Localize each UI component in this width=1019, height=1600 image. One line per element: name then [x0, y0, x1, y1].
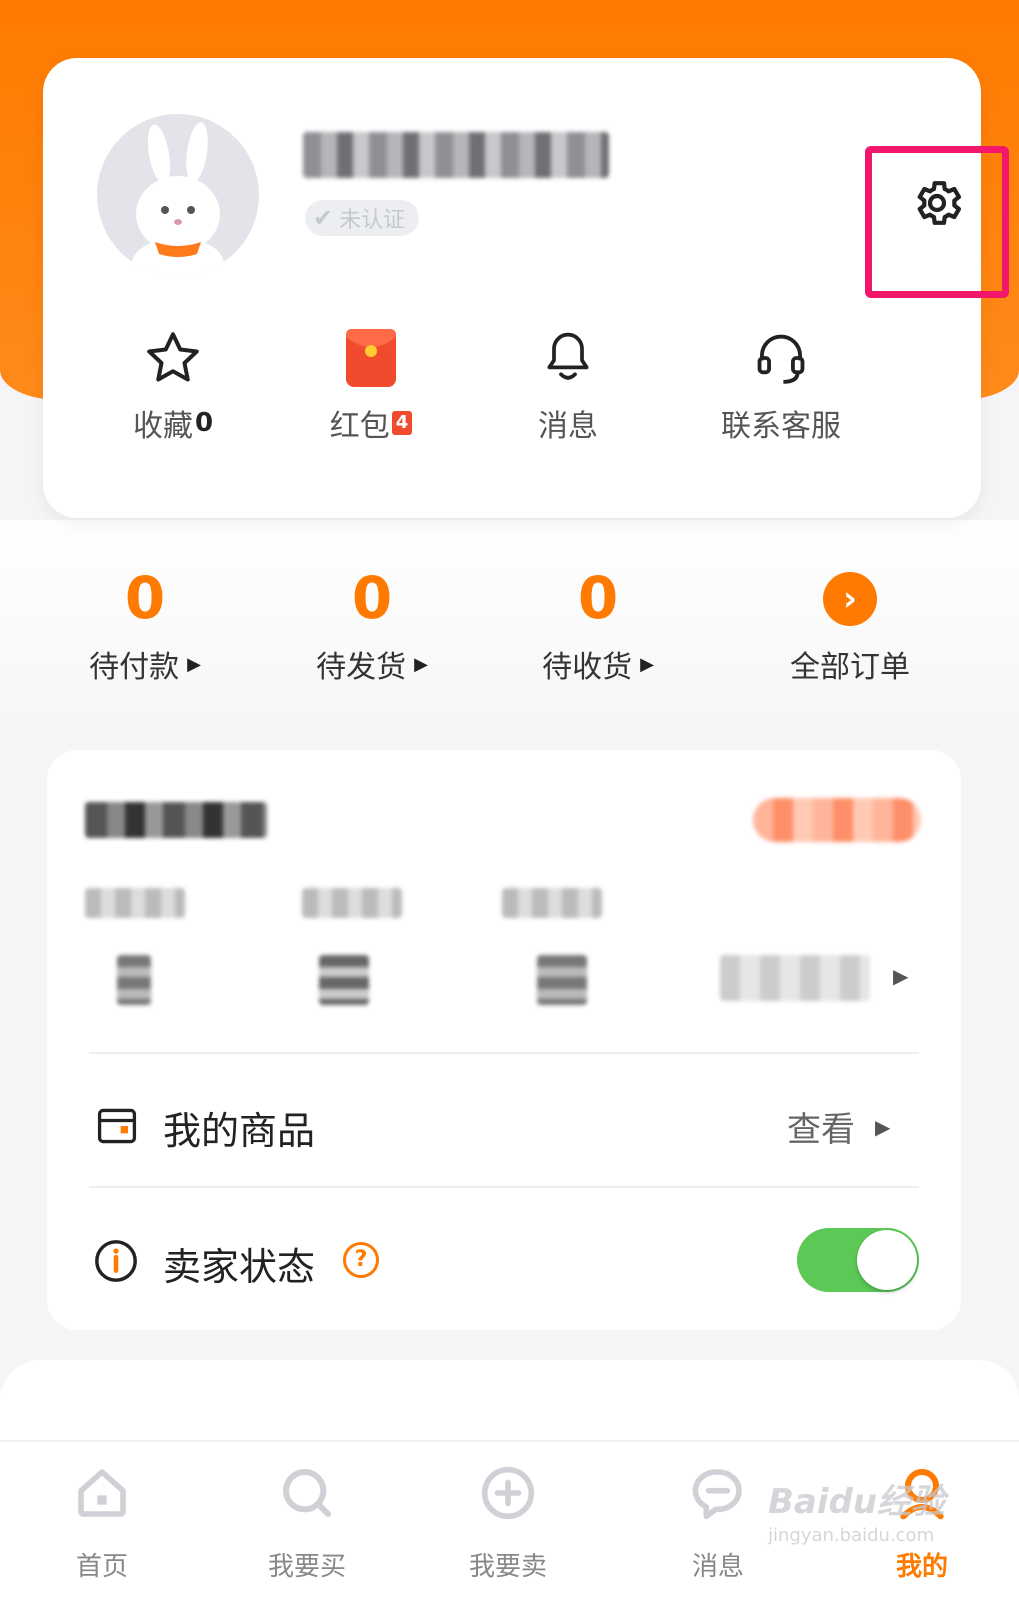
seller-tag-redacted[interactable] [753, 798, 921, 842]
chevron-right-icon: › [823, 572, 877, 626]
tab-messages-label: 消息 [691, 1552, 744, 1582]
quick-item-favorites[interactable]: 收藏 0 [73, 325, 273, 445]
profile-card: ✔ 未认证 [43, 58, 1009, 518]
tab-me[interactable]: 我的 [862, 1458, 982, 1583]
goods-icon [97, 1108, 137, 1144]
search-icon [282, 1468, 332, 1518]
home-icon [78, 1469, 126, 1517]
red-envelope-badge: 4 [391, 411, 413, 435]
seller-status-label: 卖家状态 [163, 1245, 316, 1289]
divider [89, 1052, 919, 1054]
tab-home[interactable]: 首页 [42, 1458, 162, 1583]
info-icon [95, 1240, 137, 1282]
settings-highlight [865, 146, 1009, 298]
tab-buy-label: 我要买 [267, 1552, 346, 1582]
red-envelope-label: 红包 [329, 409, 390, 444]
orders-row: 0 待付款 ▶ 0 待发货 ▶ 0 待收货 ▶ › 全部订单 [0, 560, 1019, 700]
plus-circle-icon [481, 1466, 535, 1520]
triangle-right-icon: ▶ [414, 653, 428, 675]
star-icon [147, 332, 199, 382]
stat-value-redacted [117, 955, 151, 1005]
favorites-count: 0 [194, 408, 214, 438]
pending-receipt-count: 0 [577, 564, 619, 632]
all-orders-label: 全部订单 [790, 650, 910, 685]
tab-home-label: 首页 [75, 1552, 128, 1582]
check-icon: ✔ [313, 204, 334, 232]
triangle-right-icon: ▶ [640, 653, 654, 675]
order-pending-payment[interactable]: 0 待付款 ▶ [45, 560, 245, 686]
avatar[interactable] [97, 114, 259, 276]
messages-label: 消息 [538, 409, 598, 444]
seller-title-redacted [85, 802, 267, 838]
seller-status-toggle[interactable] [797, 1228, 919, 1292]
triangle-right-icon: ▶ [893, 964, 909, 988]
headset-icon [757, 334, 805, 384]
stat-value-redacted [537, 955, 587, 1005]
chat-icon [692, 1469, 742, 1520]
pending-receipt-label: 待收货 [542, 650, 633, 685]
pending-shipment-count: 0 [351, 564, 393, 632]
seller-card: ▶ 我的商品 查看 ▶ 卖家状态 ? [47, 750, 961, 1330]
pending-payment-label: 待付款 [89, 650, 180, 685]
quick-actions: 收藏 0 红包 4 消息 联系客服 [43, 325, 981, 445]
my-goods-label: 我的商品 [163, 1109, 316, 1153]
rabbit-avatar-icon [97, 114, 259, 276]
tab-me-label: 我的 [895, 1552, 948, 1582]
stat-label-redacted [502, 888, 602, 918]
pending-shipment-label: 待发货 [316, 650, 407, 685]
divider [89, 1186, 919, 1188]
favorites-label: 收藏 [132, 409, 193, 444]
quick-item-red-envelope[interactable]: 红包 4 [271, 325, 471, 445]
stat-label-redacted [85, 888, 185, 918]
bottom-card [0, 1360, 1019, 1450]
red-envelope-icon [346, 329, 396, 387]
stat-label-redacted [302, 888, 402, 918]
view-link[interactable]: 查看 [787, 1102, 855, 1151]
verify-badge-label: 未认证 [339, 208, 406, 233]
gear-icon[interactable] [909, 175, 965, 231]
tab-sell-label: 我要卖 [468, 1552, 547, 1582]
toggle-knob [857, 1230, 917, 1290]
tab-messages[interactable]: 消息 [658, 1458, 778, 1583]
customer-service-label: 联系客服 [721, 409, 841, 444]
tab-bar: 首页 我要买 我要卖 消息 我的 [0, 1440, 1019, 1600]
verify-badge[interactable]: ✔ 未认证 [305, 200, 420, 236]
stat-value-redacted [319, 955, 369, 1005]
order-pending-receipt[interactable]: 0 待收货 ▶ [498, 560, 698, 686]
pending-payment-count: 0 [124, 564, 166, 632]
order-pending-shipment[interactable]: 0 待发货 ▶ [272, 560, 472, 686]
triangle-right-icon: ▶ [187, 653, 201, 675]
tab-buy[interactable]: 我要买 [247, 1458, 367, 1583]
username-redacted [303, 132, 609, 178]
user-icon [900, 1468, 944, 1520]
triangle-right-icon: ▶ [875, 1114, 891, 1139]
quick-item-messages[interactable]: 消息 [468, 325, 668, 445]
quick-item-customer-service[interactable]: 联系客服 [681, 325, 881, 445]
tab-sell[interactable]: 我要卖 [448, 1458, 568, 1583]
stat-link-redacted[interactable] [720, 955, 870, 1001]
order-all[interactable]: › 全部订单 [750, 560, 950, 686]
bell-icon [547, 332, 589, 380]
help-icon[interactable]: ? [343, 1242, 379, 1278]
